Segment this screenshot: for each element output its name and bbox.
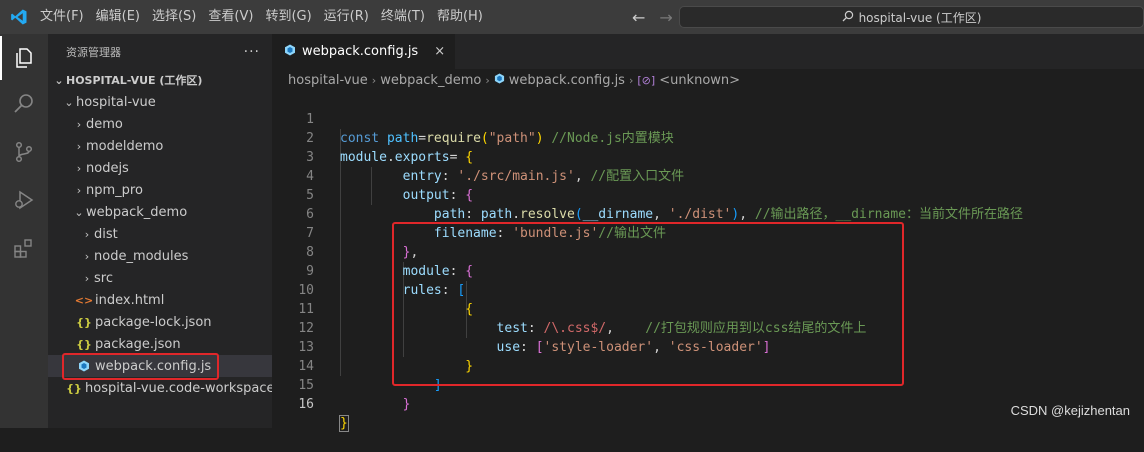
tree-item-modeldemo[interactable]: › modeldemo (48, 135, 296, 157)
back-arrow-icon[interactable]: ← (632, 8, 645, 27)
chevron-right-icon: › (371, 73, 377, 87)
chevron-right-icon: › (76, 183, 82, 197)
tree-item-demo[interactable]: › demo (48, 113, 296, 135)
tree-item-package-lock-json[interactable]: {} package-lock.json (48, 311, 300, 333)
source-control-icon[interactable] (0, 130, 48, 174)
json-file-icon: {} (76, 337, 92, 351)
json-file-icon: {} (66, 381, 82, 395)
breadcrumb-item[interactable]: hospital-vue (288, 73, 368, 88)
breadcrumb: hospital-vue › webpack_demo › webpack.co… (272, 69, 1144, 91)
code-line: 3 entry: './src/main.js', //配置入口文件 (272, 129, 1144, 184)
explorer-title: 资源管理器 (66, 45, 121, 59)
tab-bar: webpack.config.js × (272, 34, 1144, 69)
tree-item-label: package-lock.json (95, 314, 212, 330)
code-editor[interactable]: 1 const path=require("path") //Node.js内置… (272, 91, 1144, 432)
chevron-right-icon: › (485, 73, 490, 87)
tree-item-label: demo (86, 116, 123, 132)
sidebar-highlight-box (62, 353, 219, 380)
forward-arrow-icon[interactable]: → (659, 8, 672, 27)
code-text: } (339, 415, 349, 432)
tree-item-label: dist (94, 226, 118, 242)
menu-file[interactable]: 文件(F) (34, 0, 90, 34)
workspace-label: HOSPITAL-VUE (工作区) (66, 74, 203, 87)
code-line: 5 path: path.resolve(__dirname, './dist'… (272, 167, 1144, 222)
tree-item-hospital-vue[interactable]: ⌄ hospital-vue (48, 91, 286, 113)
webpack-file-icon (284, 44, 296, 60)
extensions-icon[interactable] (0, 226, 48, 270)
tree-item-label: index.html (95, 292, 165, 308)
title-bar: 文件(F) 编辑(E) 选择(S) 查看(V) 转到(G) 运行(R) 终端(T… (0, 0, 1144, 34)
tree-item-dist[interactable]: › dist (48, 223, 304, 245)
chevron-right-icon: › (84, 249, 90, 263)
tree-item-label: modeldemo (86, 138, 164, 154)
chevron-right-icon: › (76, 161, 82, 175)
watermark: CSDN @kejizhentan (1010, 403, 1130, 418)
search-view-icon[interactable] (0, 82, 48, 126)
tree-item-label: node_modules (94, 248, 189, 264)
tree-item-label: npm_pro (86, 182, 143, 198)
tree-item-src[interactable]: › src (48, 267, 304, 289)
chevron-down-icon: ⌄ (64, 95, 74, 109)
json-file-icon: {} (76, 315, 92, 329)
explorer-icon[interactable] (0, 36, 48, 80)
tree-item-label: hospital-vue (76, 94, 156, 110)
tab-webpack-config-js[interactable]: webpack.config.js × (272, 34, 456, 69)
run-debug-icon[interactable] (0, 178, 48, 222)
activity-bar (0, 34, 48, 428)
search-icon (842, 10, 854, 25)
code-line: 4 output: { (272, 148, 1144, 203)
tree-item-webpack-demo[interactable]: ⌄ webpack_demo (48, 201, 296, 223)
tree-item-label: src (94, 270, 113, 286)
tree-item-npm-pro[interactable]: › npm_pro (48, 179, 296, 201)
tree-item-index-html[interactable]: <> index.html (48, 289, 300, 311)
code-line: 1 const path=require("path") //Node.js内置… (272, 91, 1144, 146)
menu-terminal[interactable]: 终端(T) (375, 0, 431, 34)
webpack-file-icon (494, 72, 505, 88)
tree-item-label: package.json (95, 336, 181, 352)
tree-item-label: hospital-vue.code-workspace (85, 380, 275, 396)
editor-group: webpack.config.js × hospital-vue › webpa… (272, 34, 1144, 432)
menu-help[interactable]: 帮助(H) (431, 0, 489, 34)
search-text: hospital-vue (工作区) (858, 10, 982, 25)
breadcrumb-item[interactable]: <unknown> (659, 73, 740, 88)
more-actions-icon[interactable]: ··· (244, 44, 260, 60)
tree-item-nodejs[interactable]: › nodejs (48, 157, 296, 179)
symbol-variable-icon: [⊘] (637, 73, 656, 87)
line-number: 16 (298, 397, 314, 412)
explorer-header: 资源管理器 ··· (48, 34, 272, 69)
workspace-root[interactable]: ⌄ HOSPITAL-VUE (工作区) (48, 69, 276, 91)
breadcrumb-item[interactable]: webpack_demo (380, 73, 481, 88)
menu-view[interactable]: 查看(V) (202, 0, 259, 34)
code-line: 2 module.exports= { (272, 110, 1144, 165)
tab-label: webpack.config.js (302, 44, 419, 59)
menu-bar: 文件(F) 编辑(E) 选择(S) 查看(V) 转到(G) 运行(R) 终端(T… (34, 0, 489, 34)
menu-selection[interactable]: 选择(S) (146, 0, 202, 34)
tree-item-package-json[interactable]: {} package.json (48, 333, 300, 355)
tree-item-label: webpack_demo (86, 204, 188, 220)
close-icon[interactable]: × (434, 44, 445, 59)
chevron-down-icon: ⌄ (54, 73, 64, 87)
html-file-icon: <> (74, 293, 94, 307)
tree-item-node-modules[interactable]: › node_modules (48, 245, 304, 267)
code-highlight-box (392, 222, 904, 386)
breadcrumb-item[interactable]: webpack.config.js (509, 73, 625, 88)
chevron-right-icon: › (84, 227, 90, 241)
chevron-right-icon: › (84, 271, 90, 285)
tree-item-label: nodejs (86, 160, 129, 176)
tree-item-code-workspace[interactable]: {} hospital-vue.code-workspace (48, 377, 290, 399)
navigation-arrows: ← → (632, 0, 673, 34)
chevron-right-icon: › (76, 139, 82, 153)
code-line: 6 filename: 'bundle.js'//输出文件 (272, 186, 1144, 241)
menu-edit[interactable]: 编辑(E) (90, 0, 146, 34)
explorer-sidebar: 资源管理器 ··· ⌄ HOSPITAL-VUE (工作区) ⌄ hospita… (48, 34, 300, 428)
menu-go[interactable]: 转到(G) (259, 0, 317, 34)
command-center-search[interactable]: hospital-vue (工作区) (679, 6, 1144, 28)
code-text: } (402, 397, 411, 412)
chevron-down-icon: ⌄ (74, 205, 84, 219)
menu-run[interactable]: 运行(R) (318, 0, 375, 34)
vscode-logo-icon (4, 0, 34, 34)
chevron-right-icon: › (628, 73, 634, 87)
chevron-right-icon: › (76, 117, 82, 131)
